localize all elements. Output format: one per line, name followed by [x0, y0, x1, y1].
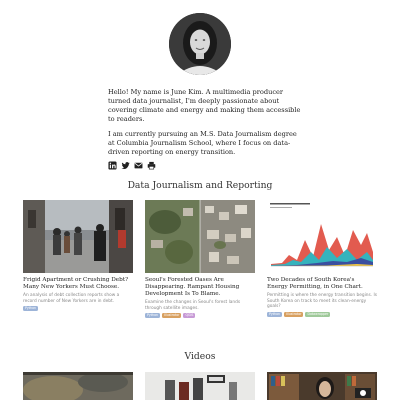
tag: Python: [267, 311, 283, 317]
video-thumbnail[interactable]: [23, 372, 133, 400]
tag: Python: [145, 313, 161, 319]
linkedin-icon[interactable]: [108, 161, 117, 170]
tag: QGIS: [183, 313, 196, 319]
print-icon[interactable]: [147, 161, 156, 170]
section-title-data-journalism: Data Journalism and Reporting: [127, 180, 273, 191]
article-description: Permitting is where the energy transitio…: [267, 293, 377, 310]
article-tags: Python Illustrator Datawrapper: [267, 311, 377, 317]
avatar: [169, 13, 231, 75]
video-thumbnail[interactable]: [267, 372, 377, 400]
video-thumbnail[interactable]: [145, 372, 255, 400]
tag: Illustrator: [162, 313, 182, 319]
bio: Hello! My name is June Kim. A multimedia…: [108, 88, 304, 163]
twitter-icon[interactable]: [121, 161, 130, 170]
article-thumbnail[interactable]: [145, 200, 255, 273]
article-tags: Python: [23, 306, 133, 312]
article-title[interactable]: Two Decades of South Korea's Energy Perm…: [267, 277, 377, 291]
article-tags: Python Illustrator QGIS: [145, 313, 255, 319]
article-card[interactable]: Two Decades of South Korea's Energy Perm…: [267, 200, 377, 317]
section-title-videos: Videos: [184, 351, 216, 362]
social-links: [108, 161, 156, 170]
article-card[interactable]: Frigid Apartment or Crushing Debt? Many …: [23, 200, 133, 312]
article-thumbnail[interactable]: [23, 200, 133, 273]
article-description: Examine the changes in Seoul's forest la…: [145, 300, 241, 311]
article-title[interactable]: Seoul's Forested Oases Are Disappearing.…: [145, 277, 255, 298]
tag: Illustrator: [284, 311, 304, 317]
tag: Python: [23, 306, 39, 312]
email-icon[interactable]: [134, 161, 143, 170]
article-thumbnail[interactable]: [267, 200, 377, 273]
bio-paragraph-1: Hello! My name is June Kim. A multimedia…: [108, 88, 301, 123]
article-title[interactable]: Frigid Apartment or Crushing Debt? Many …: [23, 277, 133, 291]
article-card[interactable]: Seoul's Forested Oases Are Disappearing.…: [145, 200, 255, 319]
bio-paragraph-2: I am currently pursuing an M.S. Data Jou…: [108, 130, 297, 156]
article-description: An analysis of debt collection reports s…: [23, 293, 120, 304]
tag: Datawrapper: [305, 311, 331, 317]
